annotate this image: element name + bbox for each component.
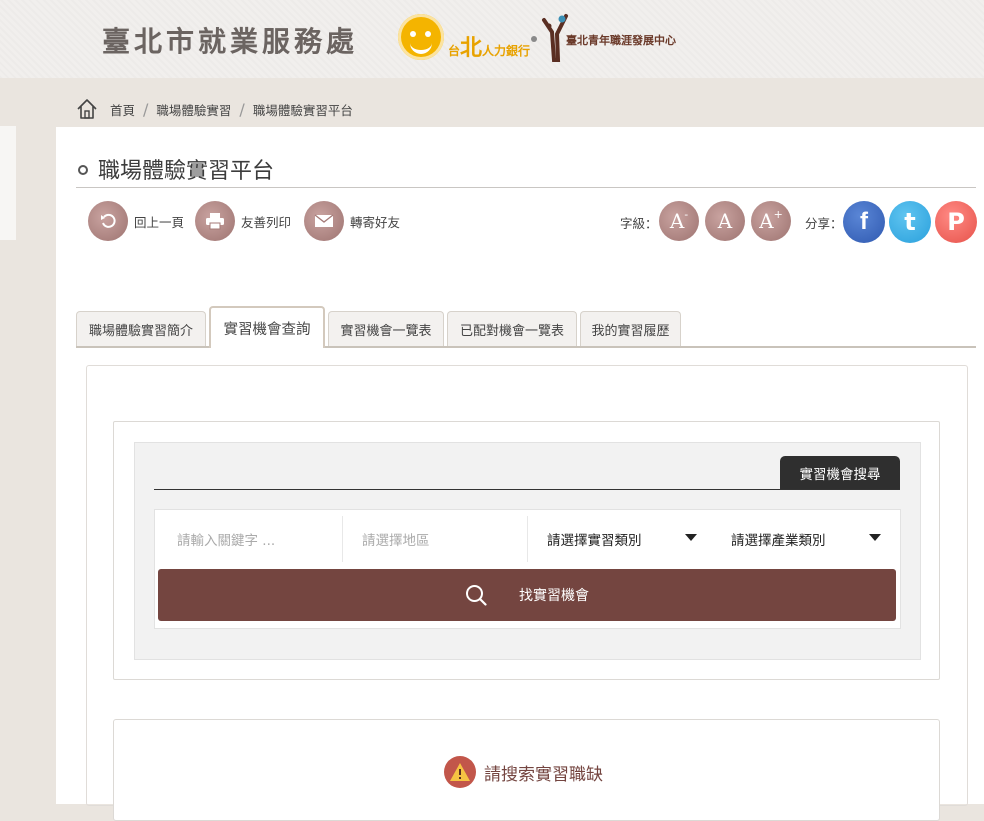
printer-icon — [195, 201, 235, 241]
forward-friend-button[interactable]: 轉寄好友 — [304, 200, 400, 242]
youth-center-logo-text[interactable]: 臺北青年職涯發展中心 — [566, 32, 676, 48]
back-arrow-icon — [88, 201, 128, 241]
site-title[interactable]: 臺北市就業服務處 — [102, 20, 358, 60]
tab-my-resume[interactable]: 我的實習履歷 — [580, 311, 681, 346]
keyword-input[interactable]: 請輸入關鍵字 ... — [177, 510, 337, 568]
logo-eye-icon — [410, 31, 416, 37]
logo-separator-dot — [531, 36, 537, 42]
logo-text-suffix: 人力銀行 — [482, 44, 531, 58]
forward-friend-label: 轉寄好友 — [350, 214, 401, 230]
logo-text-prefix: 台 — [448, 44, 461, 58]
okwork-logo-icon[interactable] — [398, 14, 444, 60]
font-small-glyph: A — [669, 209, 685, 233]
font-medium-glyph: A — [717, 209, 733, 233]
logo-mouth-icon — [410, 40, 432, 54]
twitter-icon[interactable]: t — [889, 201, 931, 243]
back-label: 回上一頁 — [134, 214, 185, 230]
breadcrumb: 首頁 / 職場體驗實習 / 職場體驗實習平台 — [76, 98, 353, 120]
mail-icon — [304, 201, 344, 241]
content-panel: 職場體驗實習平台 回上一頁 友善列印 轉寄好友 字級： A- A A + 分享： … — [56, 127, 984, 821]
search-panel: 實習機會搜尋 請輸入關鍵字 ... 請選擇地區 請選擇實習類別 請選擇產業類別 — [113, 421, 940, 680]
font-medium-button[interactable]: A — [705, 201, 745, 241]
search-notice: 請搜索實習職缺 — [444, 756, 603, 788]
font-small-mark: - — [684, 207, 689, 221]
breadcrumb-current[interactable]: 職場體驗實習平台 — [253, 100, 353, 119]
tab-matched-list[interactable]: 已配對機會一覽表 — [447, 311, 577, 346]
search-icon — [466, 585, 487, 606]
print-button[interactable]: 友善列印 — [195, 200, 291, 242]
search-tab-label[interactable]: 實習機會搜尋 — [780, 456, 900, 489]
print-label: 友善列印 — [241, 214, 292, 230]
find-internship-button[interactable]: 找實習機會 — [158, 569, 896, 621]
logo-eye-icon — [425, 31, 431, 37]
tab-intro[interactable]: 職場體驗實習簡介 — [76, 311, 206, 346]
industry-type-value: 請選擇產業類別 — [731, 533, 826, 549]
taipei-job-bank-logo[interactable]: 台北人力銀行 — [448, 30, 530, 62]
search-form: 實習機會搜尋 請輸入關鍵字 ... 請選擇地區 請選擇實習類別 請選擇產業類別 — [134, 442, 921, 660]
breadcrumb-separator: / — [143, 99, 149, 119]
area-select[interactable]: 請選擇地區 — [362, 510, 522, 568]
industry-type-select[interactable]: 請選擇產業類別 — [731, 510, 891, 568]
caret-down-icon — [869, 534, 881, 541]
plurk-icon[interactable]: P — [935, 201, 977, 243]
caret-down-icon — [685, 534, 697, 541]
font-large-button[interactable]: A + — [751, 201, 791, 241]
tab-opportunity-list[interactable]: 實習機會一覽表 — [328, 311, 444, 346]
internship-type-select[interactable]: 請選擇實習類別 — [547, 510, 707, 568]
site-header: 臺北市就業服務處 台北人力銀行 臺北青年職涯發展中心 — [0, 0, 984, 78]
left-edge-strip — [0, 126, 16, 240]
font-size-label: 字級： — [620, 216, 658, 231]
field-separator — [527, 516, 528, 562]
back-button[interactable]: 回上一頁 — [88, 200, 184, 242]
field-separator — [342, 516, 343, 562]
tab-bar: 職場體驗實習簡介 實習機會查詢 實習機會一覽表 已配對機會一覽表 我的實習履歷 — [76, 305, 976, 348]
facebook-icon[interactable]: f — [843, 201, 885, 243]
font-small-button[interactable]: A- — [659, 201, 699, 241]
logo-text-big: 北 — [460, 36, 483, 61]
warning-icon — [444, 756, 476, 788]
share-label: 分享： — [805, 216, 843, 231]
internship-type-value: 請選擇實習類別 — [547, 533, 642, 549]
search-notice-text: 請搜索實習職缺 — [484, 764, 603, 785]
search-field-row: 請輸入關鍵字 ... 請選擇地區 請選擇實習類別 請選擇產業類別 找實習機會 — [154, 509, 901, 629]
result-box: 請搜索實習職缺 — [113, 719, 940, 821]
font-large-glyph: A — [759, 209, 774, 233]
tab-search[interactable]: 實習機會查詢 — [209, 306, 325, 348]
breadcrumb-home[interactable]: 首頁 — [110, 100, 135, 119]
breadcrumb-internship[interactable]: 職場體驗實習 — [156, 100, 231, 119]
title-bullet-icon — [78, 165, 88, 175]
breadcrumb-separator: / — [239, 99, 245, 119]
find-internship-label: 找實習機會 — [519, 588, 589, 604]
search-divider — [154, 489, 900, 490]
font-large-mark: + — [773, 207, 783, 221]
page-title-row: 職場體驗實習平台 — [76, 153, 976, 188]
page-title: 職場體驗實習平台 — [98, 159, 275, 184]
home-icon[interactable] — [76, 98, 98, 120]
